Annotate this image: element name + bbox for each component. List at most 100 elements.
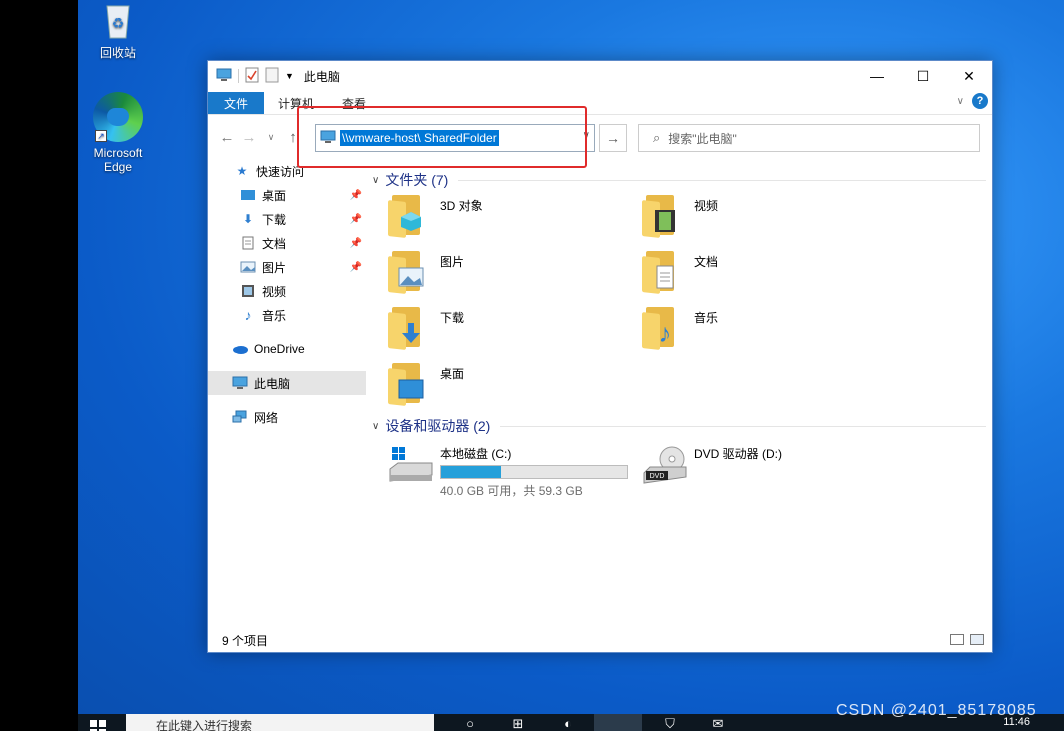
sidebar-item-label: 此电脑 (254, 376, 291, 391)
download-icon: ⬇ (242, 212, 254, 226)
sidebar-item-this-pc[interactable]: 此电脑 (208, 371, 366, 395)
collapse-icon: ∨ (372, 420, 380, 432)
explorer-window: ▼ 此电脑 — ☐ ✕ 文件 计算机 查看 ∨ ? ← → ∨ ↑ \\vmwa… (207, 60, 993, 653)
sidebar-item-label: 音乐 (262, 308, 287, 323)
network-icon (232, 409, 248, 425)
folder-label: 桌面 (440, 367, 465, 381)
sidebar-item-label: 网络 (254, 410, 279, 425)
picture-icon (388, 251, 428, 295)
mail-icon[interactable]: ✉ (706, 716, 730, 731)
help-icon[interactable]: ? (972, 93, 988, 109)
navigation-bar: ← → ∨ ↑ \\vmware-host\ SharedFolder ∨ → … (208, 115, 992, 159)
explorer-taskbar-button[interactable] (594, 714, 642, 731)
address-text[interactable]: \\vmware-host\ SharedFolder (340, 130, 499, 146)
sidebar-item-desktop[interactable]: 桌面 📌 (208, 183, 366, 207)
video-icon (642, 195, 682, 239)
forward-button[interactable]: → (238, 126, 260, 148)
video-icon (240, 283, 256, 299)
hard-drive-icon (388, 445, 436, 485)
shortcut-arrow-icon: ↗ (95, 130, 107, 142)
pin-icon: 📌 (349, 261, 362, 273)
taskbar-search[interactable]: 在此键入进行搜索 (126, 714, 434, 731)
status-bar: 9 个项目 (208, 628, 992, 652)
view-buttons (950, 634, 984, 645)
sidebar-item-documents[interactable]: 文档 📌 (208, 231, 366, 255)
edge-taskbar-icon[interactable]: ◐ (556, 716, 580, 731)
drive-c[interactable]: 本地磁盘 (C:) 40.0 GB 可用，共 59.3 GB (388, 445, 642, 499)
folder-pictures[interactable]: 图片 (388, 249, 642, 305)
drive-free-space: 40.0 GB 可用，共 59.3 GB (440, 484, 583, 498)
folder-label: 下载 (440, 311, 465, 325)
recycle-bin-shortcut[interactable]: ♻ 回收站 (78, 0, 158, 61)
start-button[interactable] (90, 720, 106, 731)
tab-file[interactable]: 文件 (208, 92, 265, 114)
back-button[interactable]: ← (216, 126, 238, 148)
large-icons-view-icon[interactable] (970, 634, 984, 645)
drives-group-header[interactable]: ∨ 设备和驱动器 (2) (366, 413, 992, 439)
address-dropdown-icon[interactable]: ∨ (583, 130, 590, 141)
up-button[interactable]: ↑ (282, 126, 304, 148)
properties-icon[interactable] (245, 67, 259, 86)
minimize-button[interactable]: — (854, 61, 900, 91)
tab-computer[interactable]: 计算机 (264, 92, 328, 114)
folder-music[interactable]: ♪ 音乐 (642, 305, 896, 361)
drive-name: 本地磁盘 (C:) (440, 447, 512, 461)
title-bar: ▼ 此电脑 — ☐ ✕ (208, 61, 992, 91)
edge-shortcut[interactable]: ↗ Microsoft Edge (78, 92, 158, 174)
document-icon (642, 251, 682, 295)
sidebar-item-music[interactable]: ♪ 音乐 (208, 303, 366, 327)
dvd-drive-icon: DVD (642, 445, 690, 485)
new-folder-icon[interactable] (265, 67, 279, 86)
tab-view[interactable]: 查看 (328, 92, 380, 114)
computer-icon (232, 375, 248, 391)
folder-label: 3D 对象 (440, 199, 483, 213)
sidebar-item-pictures[interactable]: 图片 📌 (208, 255, 366, 279)
folders-group-title: 文件夹 (7) (385, 172, 449, 188)
music-icon: ♪ (244, 307, 252, 323)
sidebar-item-onedrive[interactable]: OneDrive (208, 337, 366, 361)
address-bar[interactable]: \\vmware-host\ SharedFolder ∨ (315, 124, 595, 152)
qat-dropdown-icon[interactable]: ▼ (285, 71, 294, 81)
close-button[interactable]: ✕ (946, 61, 992, 91)
task-view-icon[interactable]: ○ (458, 716, 482, 731)
folder-documents[interactable]: 文档 (642, 249, 896, 305)
sidebar-item-label: 图片 (262, 260, 287, 275)
sidebar-item-network[interactable]: 网络 (208, 405, 366, 429)
edge-icon: ↗ (93, 92, 143, 142)
svg-text:♻: ♻ (112, 15, 125, 31)
edge-label: Microsoft Edge (93, 146, 143, 174)
recycle-bin-icon: ♻ (98, 0, 138, 40)
sidebar-item-videos[interactable]: 视频 (208, 279, 366, 303)
store-icon[interactable]: ⛉ (658, 716, 682, 731)
computer-icon (320, 130, 336, 147)
maximize-button[interactable]: ☐ (900, 61, 946, 91)
search-box[interactable]: ⌕ 搜索"此电脑" (638, 124, 980, 152)
details-view-icon[interactable] (950, 634, 964, 645)
window-controls: — ☐ ✕ (854, 61, 992, 91)
folders-group-header[interactable]: ∨ 文件夹 (7) (366, 167, 992, 193)
folder-desktop[interactable]: 桌面 (388, 361, 642, 417)
folder-label: 音乐 (694, 311, 719, 325)
go-button[interactable]: → (599, 124, 627, 152)
divider (458, 179, 986, 181)
sidebar-item-downloads[interactable]: ⬇ 下载 📌 (208, 207, 366, 231)
drive-d[interactable]: DVD DVD 驱动器 (D:) (642, 445, 896, 499)
folder-3d-objects[interactable]: 3D 对象 (388, 193, 642, 249)
drive-name: DVD 驱动器 (D:) (694, 447, 782, 461)
sidebar-item-label: 视频 (262, 284, 287, 299)
pin-icon: 📌 (349, 189, 362, 201)
folder-videos[interactable]: 视频 (642, 193, 896, 249)
folders-grid: 3D 对象 视频 图片 文档 下载 ♪ 音乐 桌面 (366, 193, 992, 417)
desktop-icon (240, 187, 256, 203)
folder-downloads[interactable]: 下载 (388, 305, 642, 361)
music-icon: ♪ (642, 307, 682, 351)
sidebar-item-quick-access[interactable]: ★ 快速访问 (208, 159, 366, 183)
expand-ribbon-icon[interactable]: ∨ (957, 96, 964, 107)
download-icon (388, 307, 428, 351)
recent-locations-icon[interactable]: ∨ (260, 126, 282, 148)
drives-group-title: 设备和驱动器 (2) (385, 418, 491, 434)
screen-left-border (0, 0, 78, 731)
content-pane: ∨ 文件夹 (7) 3D 对象 视频 图片 文档 下载 ♪ 音乐 桌面 ∨ 设备… (366, 159, 992, 629)
widgets-icon[interactable]: ⊞ (506, 716, 530, 731)
pin-icon: 📌 (349, 213, 362, 225)
